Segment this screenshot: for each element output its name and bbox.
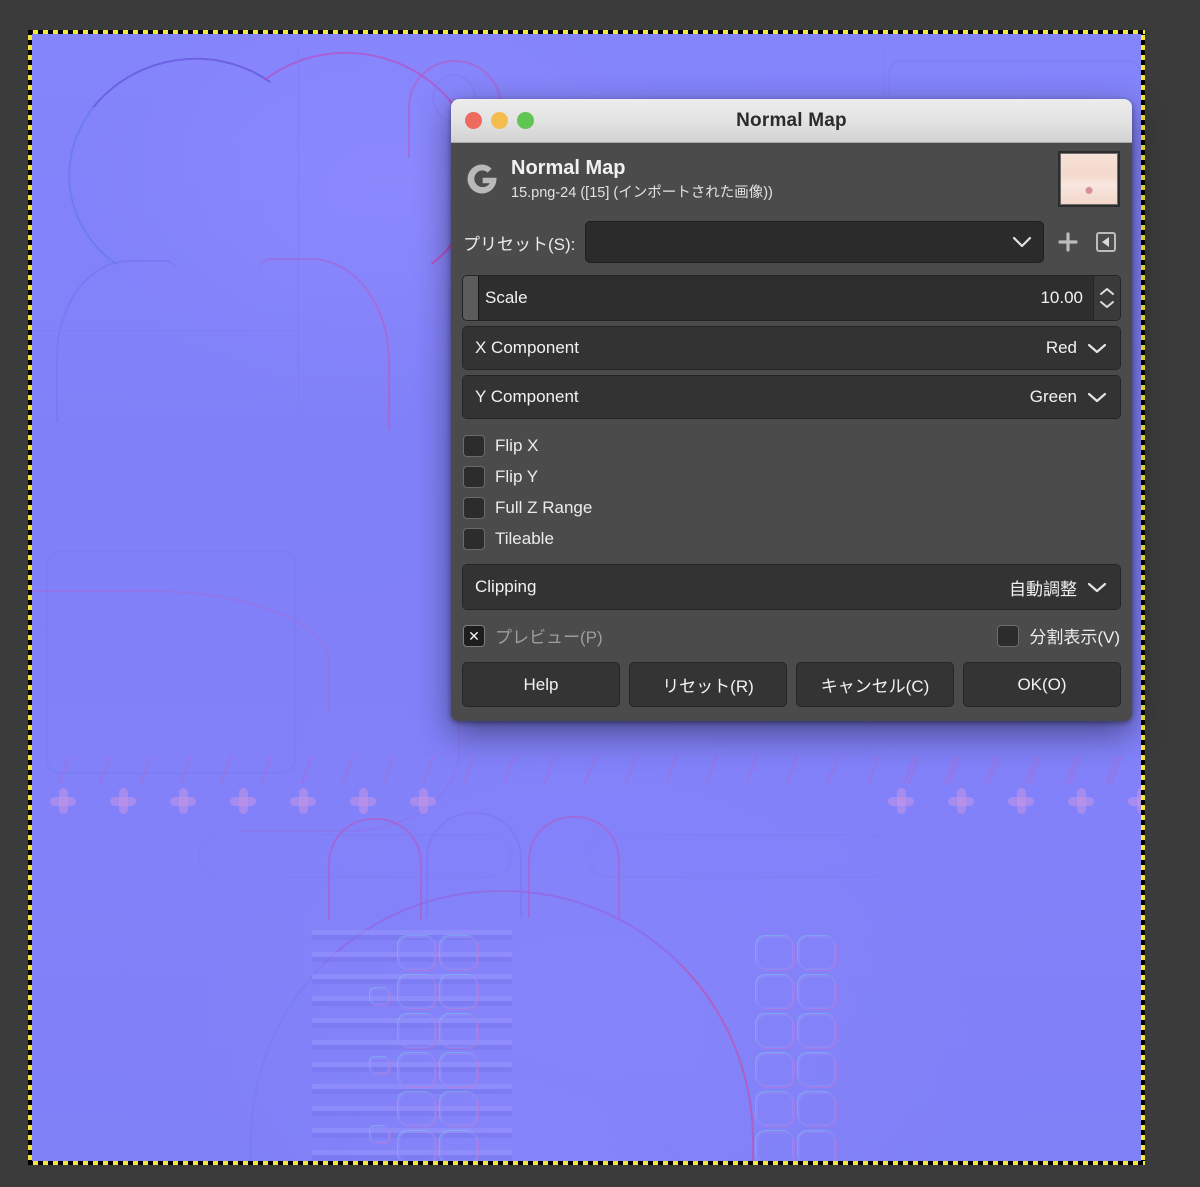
zoom-button[interactable] xyxy=(517,112,534,129)
image-info-label: 15.png-24 ([15] (インポートされた画像)) xyxy=(511,184,773,201)
clipping-label: Clipping xyxy=(475,577,537,596)
chevron-up-icon[interactable] xyxy=(1099,287,1115,296)
preset-menu-button[interactable] xyxy=(1092,228,1120,256)
checkbox-label: Flip X xyxy=(495,435,539,455)
chevron-down-icon xyxy=(1086,581,1108,594)
scale-value[interactable]: 10.00 xyxy=(1040,288,1083,308)
checkbox-box[interactable]: ✕ xyxy=(463,624,485,647)
reset-button[interactable]: リセット(R) xyxy=(629,662,787,707)
plugin-title: Normal Map xyxy=(511,156,626,179)
control-stack: Scale 10.00 X Component Red Y Component … xyxy=(451,275,1132,419)
split-view-label: 分割表示(V) xyxy=(1029,628,1120,647)
checkbox-flip-y[interactable]: Flip Y xyxy=(463,461,1120,492)
checkmark-icon: ✕ xyxy=(468,627,480,644)
scale-label: Scale xyxy=(485,288,528,307)
chevron-down-icon xyxy=(1011,235,1033,249)
x-component-label: X Component xyxy=(475,338,579,357)
dialog-body: Normal Map 15.png-24 ([15] (インポートされた画像))… xyxy=(451,143,1132,721)
preset-label: プリセット(S): xyxy=(463,234,576,254)
preset-row: プリセット(S): xyxy=(451,217,1132,275)
window-title: Normal Map xyxy=(736,109,847,131)
checkbox-box[interactable] xyxy=(463,527,485,550)
x-component-value: Red xyxy=(1045,338,1077,357)
gimp-wilber-logo-icon xyxy=(463,160,501,198)
scale-control[interactable]: Scale 10.00 xyxy=(462,275,1121,321)
checkbox-flip-x[interactable]: Flip X xyxy=(463,430,1120,461)
checkbox-preview[interactable]: ✕ プレビュー(P) xyxy=(463,623,603,648)
preset-combo[interactable] xyxy=(585,221,1044,263)
checkbox-tileable[interactable]: Tileable xyxy=(463,523,1120,554)
close-button[interactable] xyxy=(465,112,482,129)
window-controls[interactable] xyxy=(465,99,534,142)
y-component-value: Green xyxy=(1029,387,1077,406)
dialog-button-row: Help リセット(R) キャンセル(C) OK(O) xyxy=(451,658,1132,721)
y-component-label: Y Component xyxy=(475,387,579,406)
checkbox-box[interactable] xyxy=(463,496,485,519)
scale-spinner[interactable] xyxy=(1093,276,1120,320)
chevron-down-icon[interactable] xyxy=(1099,300,1115,309)
x-component-combo[interactable]: X Component Red xyxy=(462,326,1121,370)
normal-map-dialog[interactable]: Normal Map Normal Map 15.png-24 ([15] (イ… xyxy=(451,99,1132,721)
clipping-combo[interactable]: Clipping 自動調整 xyxy=(462,564,1121,610)
checkbox-full-z-range[interactable]: Full Z Range xyxy=(463,492,1120,523)
chevron-down-icon xyxy=(1086,391,1108,404)
scale-slider-fill[interactable] xyxy=(463,276,479,320)
y-component-combo[interactable]: Y Component Green xyxy=(462,375,1121,419)
checkbox-box[interactable] xyxy=(463,465,485,488)
checkbox-split-view[interactable]: 分割表示(V) xyxy=(997,623,1120,648)
clipping-value: 自動調整 xyxy=(1009,579,1077,599)
minimize-button[interactable] xyxy=(491,112,508,129)
checkbox-box[interactable] xyxy=(997,624,1020,647)
cancel-button[interactable]: キャンセル(C) xyxy=(796,662,954,707)
preview-label: プレビュー(P) xyxy=(495,628,603,647)
plugin-header: Normal Map 15.png-24 ([15] (インポートされた画像)) xyxy=(451,143,1132,217)
dialog-titlebar[interactable]: Normal Map xyxy=(451,99,1132,143)
checkbox-label: Full Z Range xyxy=(495,497,593,517)
clipping-wrap: Clipping 自動調整 xyxy=(451,558,1132,610)
checkbox-label: Tileable xyxy=(495,528,554,548)
checkbox-box[interactable] xyxy=(463,434,485,457)
preview-row: ✕ プレビュー(P) 分割表示(V) xyxy=(451,615,1132,658)
help-button[interactable]: Help xyxy=(462,662,620,707)
add-preset-button[interactable] xyxy=(1054,228,1082,256)
ok-button[interactable]: OK(O) xyxy=(963,662,1121,707)
image-thumbnail xyxy=(1058,151,1120,207)
option-checkbox-list: Flip X Flip Y Full Z Range Tileable xyxy=(451,424,1132,558)
screen: Normal Map Normal Map 15.png-24 ([15] (イ… xyxy=(0,0,1200,1187)
chevron-down-icon xyxy=(1086,342,1108,355)
plugin-header-texts: Normal Map 15.png-24 ([15] (インポートされた画像)) xyxy=(511,157,1048,202)
checkbox-label: Flip Y xyxy=(495,466,539,486)
